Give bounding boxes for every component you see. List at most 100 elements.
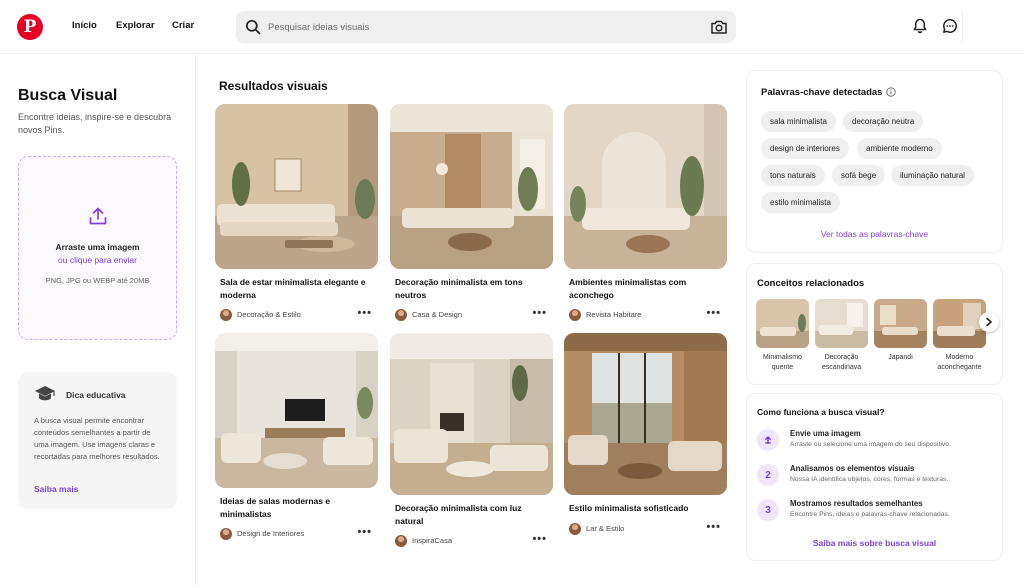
- card-source[interactable]: Revista Habitare: [586, 310, 641, 319]
- card-source[interactable]: InspiraCasa: [412, 536, 452, 545]
- concept-label: Japandi: [888, 354, 913, 361]
- card-meta: Decoração & Estilo •••: [220, 307, 378, 321]
- account-area[interactable]: [962, 10, 1022, 44]
- keyword-chip[interactable]: ambiente moderno: [857, 138, 942, 159]
- more-options-icon[interactable]: •••: [357, 307, 372, 319]
- concept-label: Moderno aconchegante: [937, 354, 982, 371]
- keyword-chip[interactable]: sala minimalista: [761, 111, 836, 132]
- pin-image[interactable]: [390, 104, 553, 269]
- card-meta: InspiraCasa •••: [395, 533, 553, 547]
- logo-letter: P: [23, 17, 37, 37]
- concept-label: Decoração escandinava: [821, 354, 862, 371]
- learn-more-visual-search-link[interactable]: Saiba mais sobre busca visual: [747, 538, 1002, 548]
- nav-create[interactable]: Criar: [172, 20, 194, 31]
- more-options-icon[interactable]: •••: [532, 533, 547, 545]
- upload-icon: [89, 207, 107, 225]
- search-icon: [245, 19, 261, 35]
- upload-link[interactable]: ou clique para enviar: [19, 255, 176, 265]
- image-upload-dropzone[interactable]: Arraste uma imagem ou clique para enviar…: [18, 156, 177, 340]
- card-meta: Revista Habitare •••: [569, 307, 727, 321]
- search-bar[interactable]: [236, 11, 736, 43]
- upload-formats: PNG, JPG ou WEBP até 20MB: [45, 276, 150, 285]
- avatar[interactable]: [569, 309, 581, 321]
- keyword-chip[interactable]: decoração neutra: [843, 111, 924, 132]
- pin-image[interactable]: [390, 333, 553, 495]
- pin-image[interactable]: [215, 104, 378, 269]
- avatar[interactable]: [220, 309, 232, 321]
- keyword-chip[interactable]: tons naturais: [761, 165, 825, 186]
- chat-icon[interactable]: [941, 17, 959, 35]
- card-source[interactable]: Design de Interiores: [237, 529, 304, 538]
- result-card[interactable]: Ambientes minimalistas com aconchego Rev…: [564, 104, 727, 321]
- card-source[interactable]: Casa & Design: [412, 310, 462, 319]
- keyword-chip[interactable]: sofá bege: [832, 165, 886, 186]
- card-title[interactable]: Ambientes minimalistas com aconchego: [569, 276, 719, 301]
- avatar[interactable]: [569, 522, 581, 535]
- how-it-works-card: Como funciona a busca visual? Envie uma …: [746, 393, 1003, 561]
- how-title: Como funciona a busca visual?: [757, 407, 885, 417]
- step-title: Mostramos resultados semelhantes: [790, 499, 923, 508]
- pin-image[interactable]: [564, 104, 727, 269]
- pinterest-logo[interactable]: P: [17, 14, 43, 40]
- step-number: 2: [757, 464, 779, 486]
- educational-tip-card: Dica educativa A busca visual permite en…: [18, 372, 177, 509]
- avatar[interactable]: [395, 309, 407, 321]
- result-card[interactable]: Decoração minimalista em tons neutros Ca…: [390, 104, 553, 321]
- card-source[interactable]: Lar & Estilo: [586, 524, 624, 533]
- info-icon[interactable]: [886, 87, 896, 97]
- concept-item[interactable]: Minimalismo quente: [756, 299, 809, 373]
- keyword-chip[interactable]: design de interiores: [761, 138, 849, 159]
- search-input[interactable]: [268, 18, 688, 36]
- pin-image[interactable]: [215, 333, 378, 488]
- how-step: 3 Mostramos resultados semelhantes Encon…: [757, 499, 997, 525]
- card-title[interactable]: Decoração minimalista em tons neutros: [395, 276, 545, 301]
- tip-learn-more-link[interactable]: Saiba mais: [34, 484, 78, 494]
- card-meta: Casa & Design •••: [395, 307, 553, 321]
- keyword-chip[interactable]: iluminação natural: [891, 165, 974, 186]
- page-subtitle: Encontre ideias, inspire-se e descubra n…: [18, 112, 172, 135]
- result-card[interactable]: Decoração minimalista com luz natural In…: [390, 333, 553, 547]
- related-concepts-card: Conceitos relacionados Minimalismo quent…: [746, 263, 1003, 385]
- top-navbar: P Início Explorar Criar: [0, 0, 1024, 54]
- next-arrow-button[interactable]: [979, 312, 999, 332]
- more-options-icon[interactable]: •••: [706, 307, 721, 319]
- nav-explore[interactable]: Explorar: [116, 20, 155, 31]
- chevron-right-icon: [986, 317, 992, 327]
- card-title[interactable]: Decoração minimalista com luz natural: [395, 502, 545, 527]
- avatar[interactable]: [395, 535, 407, 547]
- left-panel: Busca Visual Encontre ideias, inspire-se…: [0, 55, 196, 585]
- card-title[interactable]: Ideias de salas modernas e minimalistas: [220, 495, 370, 520]
- card-title[interactable]: Estilo minimalista sofisticado: [569, 502, 719, 515]
- bell-icon[interactable]: [911, 17, 929, 35]
- more-options-icon[interactable]: •••: [706, 521, 721, 533]
- step-desc: Nossa IA identifica objetos, cores, form…: [790, 476, 949, 483]
- camera-icon[interactable]: [710, 18, 728, 36]
- card-meta: Lar & Estilo •••: [569, 521, 727, 535]
- see-all-keywords-link[interactable]: Ver todas as palavras-chave: [747, 229, 1002, 239]
- card-meta: Design de Interiores •••: [220, 526, 378, 540]
- result-card[interactable]: Sala de estar minimalista elegante e mod…: [215, 104, 378, 321]
- concept-image: [815, 299, 868, 348]
- related-title: Conceitos relacionados: [757, 278, 865, 289]
- page-title: Busca Visual: [18, 87, 118, 104]
- more-options-icon[interactable]: •••: [532, 307, 547, 319]
- concept-image: [933, 299, 986, 348]
- upload-title: Arraste uma imagem: [55, 242, 140, 252]
- how-step: 2 Analisamos os elementos visuais Nossa …: [757, 464, 997, 490]
- nav-home[interactable]: Início: [72, 20, 97, 31]
- concept-image: [756, 299, 809, 348]
- result-card[interactable]: Estilo minimalista sofisticado Lar & Est…: [564, 333, 727, 535]
- keyword-chip[interactable]: estilo minimalista: [761, 192, 840, 213]
- avatar[interactable]: [220, 528, 232, 540]
- detected-keywords-card: Palavras-chave detectadas sala minimalis…: [746, 70, 1003, 253]
- more-options-icon[interactable]: •••: [357, 526, 372, 538]
- pin-image[interactable]: [564, 333, 727, 495]
- step-title: Analisamos os elementos visuais: [790, 464, 915, 473]
- result-card[interactable]: Ideias de salas modernas e minimalistas …: [215, 333, 378, 540]
- how-step: Envie uma imagem Arraste ou selecione um…: [757, 429, 997, 455]
- concept-item[interactable]: Moderno aconchegante: [933, 299, 986, 373]
- card-source[interactable]: Decoração & Estilo: [237, 310, 301, 319]
- concept-item[interactable]: Japandi: [874, 299, 927, 363]
- concept-item[interactable]: Decoração escandinava: [815, 299, 868, 373]
- card-title[interactable]: Sala de estar minimalista elegante e mod…: [220, 276, 370, 301]
